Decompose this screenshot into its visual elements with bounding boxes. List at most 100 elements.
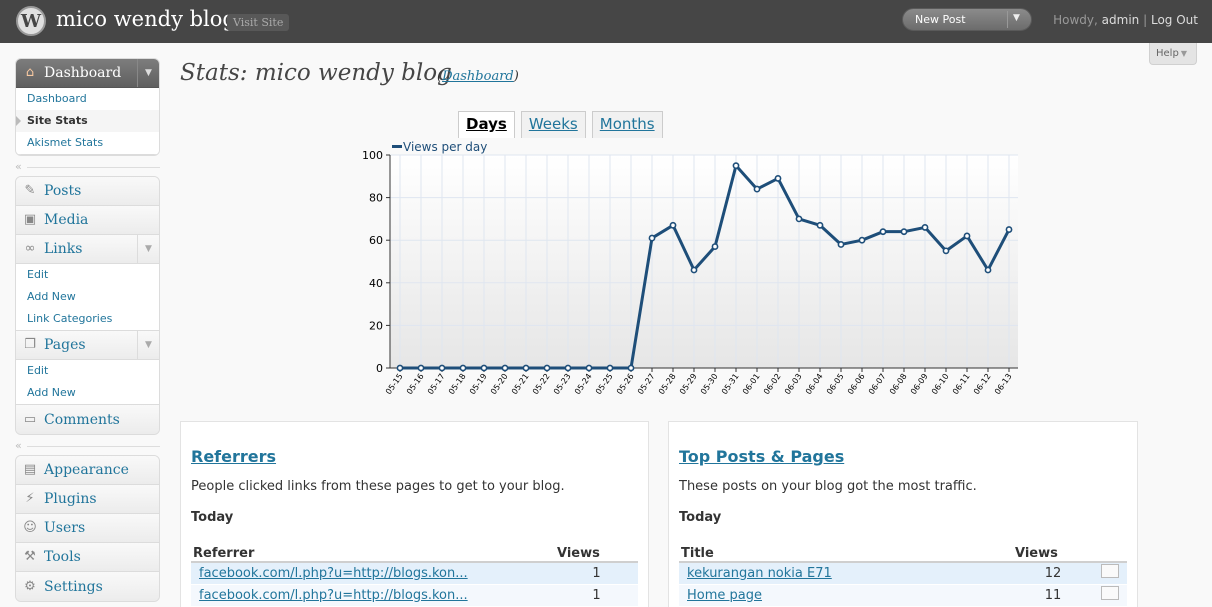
x-tick-label: 05-26 xyxy=(615,372,636,396)
x-tick-label: 06-07 xyxy=(867,372,888,396)
data-point xyxy=(942,247,950,255)
menu-comments[interactable]: ▭ Comments xyxy=(16,405,159,434)
collapse-arrow-icon[interactable]: « xyxy=(15,160,22,173)
chevron-down-icon[interactable]: ▼ xyxy=(137,59,159,87)
menu-plugins[interactable]: ⚡ Plugins xyxy=(16,485,159,514)
link-icon: ∞ xyxy=(24,241,36,256)
data-point xyxy=(501,364,509,372)
column-header-graph xyxy=(1093,546,1127,563)
howdy-text: Howdy, xyxy=(1053,13,1098,27)
menu-pages[interactable]: ❐ Pages ▼ xyxy=(16,331,159,360)
data-point xyxy=(858,236,866,244)
pushpin-icon: ✎ xyxy=(24,183,36,198)
new-post-label[interactable]: New Post xyxy=(915,13,966,26)
menu-dashboard[interactable]: ⌂ Dashboard ▼ xyxy=(16,59,159,88)
referrer-link[interactable]: facebook.com/l.php?u=http://blogs.kon... xyxy=(199,588,468,603)
site-title[interactable]: mico wendy blog xyxy=(56,7,236,31)
menu-links[interactable]: ∞ Links ▼ xyxy=(16,235,159,264)
tab-weeks[interactable]: Weeks xyxy=(520,111,586,138)
x-tick-label: 06-08 xyxy=(888,372,909,396)
data-point xyxy=(417,364,425,372)
submenu-pages-edit[interactable]: Edit xyxy=(16,360,159,382)
x-tick-label: 05-28 xyxy=(657,372,678,396)
post-title-link[interactable]: kekurangan nokia E71 xyxy=(687,566,832,581)
paren-close: ) xyxy=(513,69,519,84)
column-header-views: Views xyxy=(1013,546,1093,563)
views-cell: 11 xyxy=(1013,584,1093,607)
chevron-down-icon[interactable]: ▼ xyxy=(137,331,159,359)
submenu-dashboard[interactable]: Dashboard xyxy=(16,88,159,110)
data-point xyxy=(837,241,845,248)
table-header-row: Referrer Views xyxy=(191,546,638,563)
graph-cell xyxy=(1093,562,1127,585)
data-point xyxy=(585,364,593,372)
menu-users[interactable]: ☺ Users xyxy=(16,514,159,543)
menu-tools[interactable]: ⚒ Tools xyxy=(16,543,159,572)
menu-posts[interactable]: ✎ Posts xyxy=(16,177,159,206)
x-tick-label: 06-05 xyxy=(825,372,846,396)
x-tick-label: 05-20 xyxy=(489,372,510,396)
menu-group-settings: ▤ Appearance ⚡ Plugins ☺ Users ⚒ Tools ⚙… xyxy=(15,455,160,602)
menu-separator[interactable]: « xyxy=(15,156,160,176)
new-post-button[interactable]: New Post ▼ xyxy=(902,8,1032,31)
x-tick-label: 06-06 xyxy=(846,372,867,396)
submenu-akismet-stats[interactable]: Akismet Stats xyxy=(16,132,159,154)
chevron-down-icon[interactable]: ▼ xyxy=(137,235,159,263)
post-title-link[interactable]: Home page xyxy=(687,588,762,603)
user-greeting: Howdy, admin | Log Out xyxy=(1053,13,1198,27)
referrers-title-link[interactable]: Referrers xyxy=(191,447,638,466)
legend-label: Views per day xyxy=(403,140,487,154)
data-point xyxy=(543,364,551,372)
data-point xyxy=(459,364,467,372)
menu-dashboard-label: Dashboard xyxy=(44,65,122,81)
submenu-links-edit[interactable]: Edit xyxy=(16,264,159,286)
column-header-title: Title xyxy=(679,546,1013,563)
help-label: Help xyxy=(1156,48,1179,59)
y-tick-label: 20 xyxy=(369,319,383,332)
tab-days[interactable]: Days xyxy=(458,111,515,138)
settings-icon: ⚙ xyxy=(24,578,36,594)
column-header-referrer: Referrer xyxy=(191,546,555,563)
x-tick-label: 05-17 xyxy=(426,372,447,396)
table-row: kekurangan nokia E71 12 xyxy=(679,562,1127,585)
wordpress-logo-icon[interactable]: W xyxy=(16,6,46,36)
separator-line xyxy=(27,167,160,168)
username-link[interactable]: admin xyxy=(1102,13,1140,27)
submenu-link-categories[interactable]: Link Categories xyxy=(16,308,159,330)
data-point xyxy=(774,175,782,182)
media-icon: ▣ xyxy=(23,212,37,227)
x-tick-label: 06-03 xyxy=(783,372,804,396)
submenu-pages-add-new[interactable]: Add New xyxy=(16,382,159,404)
referrer-link[interactable]: facebook.com/l.php?u=http://blogs.kon... xyxy=(199,566,468,581)
views-cell: 1 xyxy=(555,584,638,607)
views-cell: 1 xyxy=(555,562,638,585)
appearance-icon: ▤ xyxy=(23,462,37,477)
mini-chart-icon[interactable] xyxy=(1101,564,1119,579)
referrer-cell: facebook.com/l.php?u=http://blogs.kon... xyxy=(191,562,555,585)
menu-media[interactable]: ▣ Media xyxy=(16,206,159,235)
mini-chart-icon[interactable] xyxy=(1101,586,1119,600)
data-point xyxy=(816,221,824,229)
help-button[interactable]: Help ▼ xyxy=(1149,43,1197,65)
dashboard-link[interactable]: Dashboard xyxy=(442,69,514,84)
menu-settings[interactable]: ⚙ Settings xyxy=(16,572,159,601)
submenu-site-stats[interactable]: Site Stats xyxy=(16,110,159,132)
top-posts-title-link[interactable]: Top Posts & Pages xyxy=(679,447,1127,466)
menu-appearance[interactable]: ▤ Appearance xyxy=(16,456,159,485)
menu-tools-label: Tools xyxy=(44,549,81,565)
data-point xyxy=(627,364,635,372)
chevron-down-icon[interactable]: ▼ xyxy=(1013,13,1020,23)
collapse-arrow-icon[interactable]: « xyxy=(15,439,22,452)
logout-link[interactable]: Log Out xyxy=(1151,13,1198,27)
referrers-panel: Referrers People clicked links from thes… xyxy=(180,421,649,607)
visit-site-button[interactable]: Visit Site xyxy=(227,14,290,31)
tab-months[interactable]: Months xyxy=(591,111,663,138)
submenu-links-add-new[interactable]: Add New xyxy=(16,286,159,308)
dashboard-breadcrumb: (Dashboard) xyxy=(437,69,519,84)
menu-appearance-label: Appearance xyxy=(44,462,129,478)
x-tick-label: 05-15 xyxy=(384,372,405,396)
data-point xyxy=(564,364,572,372)
menu-separator[interactable]: « xyxy=(15,435,160,455)
x-tick-label: 05-22 xyxy=(531,372,552,396)
table-row: facebook.com/l.php?u=http://blogs.kon...… xyxy=(191,562,638,585)
